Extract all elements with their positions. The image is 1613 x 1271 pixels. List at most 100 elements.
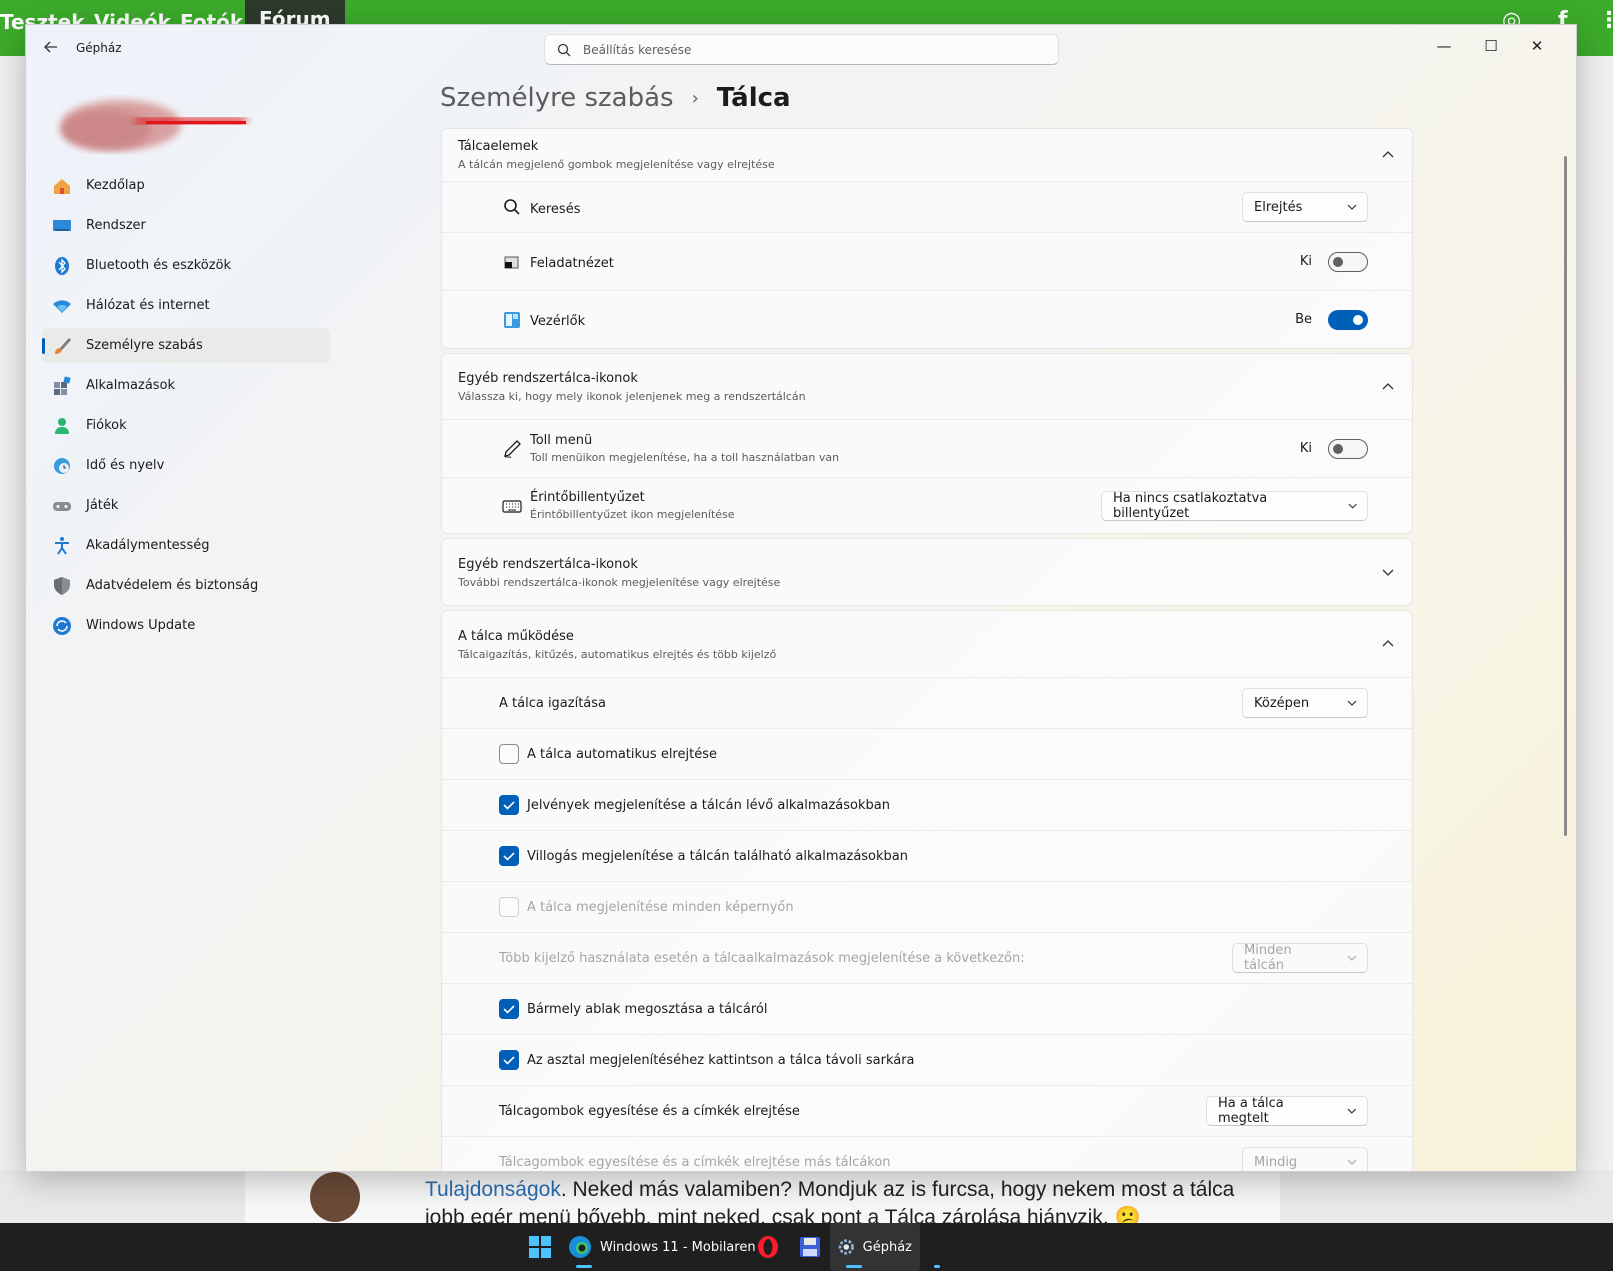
row-auto-hide: A tálca automatikus elrejtése xyxy=(442,728,1412,779)
taskbar-floppy[interactable] xyxy=(790,1223,830,1271)
row-search: Keresés Elrejtés xyxy=(442,181,1412,232)
profile-picture[interactable] xyxy=(26,85,286,175)
checkbox-label: Az asztal megjelenítéséhez kattintson a … xyxy=(527,1052,915,1068)
sidebar-item-personalization[interactable]: Személyre szabás xyxy=(42,328,330,363)
toggle-state-label: Ki xyxy=(1299,254,1312,269)
checkbox-label: Bármely ablak megosztása a tálcáról xyxy=(527,1001,768,1017)
card-subtitle: További rendszertálca-ikonok megjeleníté… xyxy=(458,576,781,589)
widgets-icon xyxy=(504,311,520,328)
checkmark-icon xyxy=(503,852,515,861)
sidebar-item-system[interactable]: Rendszer xyxy=(42,208,330,243)
checkmark-icon xyxy=(503,1056,515,1065)
keyboard-icon xyxy=(502,499,522,513)
card-header[interactable]: Tálcaelemek A tálcán megjelenő gombok me… xyxy=(442,129,1412,181)
system-monitor-icon xyxy=(53,219,71,231)
search-input[interactable] xyxy=(583,42,1023,57)
taskbar-settings[interactable]: Gépház xyxy=(830,1223,920,1271)
pen-menu-toggle[interactable] xyxy=(1328,438,1368,459)
card-header[interactable]: Egyéb rendszertálca-ikonok További rends… xyxy=(442,539,1412,605)
toggle-state-label: Ki xyxy=(1299,441,1312,456)
chevron-down-icon[interactable] xyxy=(1381,565,1395,579)
row-share-window: Bármely ablak megosztása a tálcáról xyxy=(442,983,1412,1034)
breadcrumb-parent[interactable]: Személyre szabás xyxy=(440,83,674,113)
flashing-checkbox[interactable] xyxy=(499,846,519,866)
post-link[interactable]: Tulajdonságok xyxy=(425,1178,561,1201)
apps-icon xyxy=(54,375,71,395)
row-combine-buttons: Tálcagombok egyesítése és a címkék elrej… xyxy=(442,1085,1412,1136)
globe-clock-icon xyxy=(54,457,70,474)
sidebar-item-label: Fiókok xyxy=(86,418,127,433)
sidebar-item-bluetooth[interactable]: Bluetooth és eszközök xyxy=(42,248,330,283)
search-visibility-dropdown[interactable]: Elrejtés xyxy=(1242,192,1368,222)
combine-buttons-dropdown[interactable]: Ha a tálca megtelt xyxy=(1206,1096,1368,1126)
row-multi-display: Több kijelző használata esetén a tálcaal… xyxy=(442,932,1412,983)
sidebar-item-home[interactable]: Kezdőlap xyxy=(42,168,330,203)
pen-icon xyxy=(504,439,521,458)
card-subtitle: A tálcán megjelenő gombok megjelenítése … xyxy=(458,158,775,171)
start-button[interactable] xyxy=(520,1223,560,1271)
app-title: Gépház xyxy=(76,41,122,55)
chevron-down-icon xyxy=(1347,1108,1357,1114)
forum-post-text: Tulajdonságok. Neked más valamiben? Mond… xyxy=(425,1176,1265,1223)
task-view-icon xyxy=(504,256,519,268)
close-button[interactable]: ✕ xyxy=(1517,31,1557,61)
card-header[interactable]: Egyéb rendszertálca-ikonok Válassza ki, … xyxy=(442,354,1412,419)
chevron-up-icon[interactable] xyxy=(1381,148,1395,162)
chevron-up-icon[interactable] xyxy=(1381,637,1395,651)
sidebar-item-accessibility[interactable]: Akadálymentesség xyxy=(42,528,330,563)
badges-checkbox[interactable] xyxy=(499,795,519,815)
multi-display-dropdown: Minden tálcán xyxy=(1232,943,1368,973)
page-title: Tálca xyxy=(716,83,791,113)
show-desktop-checkbox[interactable] xyxy=(499,1050,519,1070)
running-indicator xyxy=(576,1265,592,1268)
row-label: Tálcagombok egyesítése és a címkék elrej… xyxy=(499,1103,800,1119)
chevron-up-icon[interactable] xyxy=(1381,380,1395,394)
sidebar-item-label: Játék xyxy=(86,498,119,513)
combine-other-dropdown: Mindig xyxy=(1242,1147,1368,1171)
scrollbar[interactable] xyxy=(1564,156,1567,836)
touch-keyboard-dropdown[interactable]: Ha nincs csatlakoztatva billentyűzet xyxy=(1101,490,1368,521)
row-label: Tálcagombok egyesítése és a címkék elrej… xyxy=(499,1154,891,1170)
search-box[interactable] xyxy=(544,34,1059,65)
auto-hide-checkbox[interactable] xyxy=(499,744,519,764)
row-alignment: A tálca igazítása Középen xyxy=(442,677,1412,728)
search-icon xyxy=(504,199,520,215)
home-icon xyxy=(54,178,70,194)
sidebar-item-label: Személyre szabás xyxy=(86,338,203,353)
sidebar-item-time-language[interactable]: Idő és nyelv xyxy=(42,448,330,483)
sidebar-item-apps[interactable]: Alkalmazások xyxy=(42,368,330,403)
chevron-down-icon xyxy=(1347,700,1357,706)
sidebar-item-privacy[interactable]: Adatvédelem és biztonság xyxy=(42,568,330,603)
account-icon xyxy=(55,417,69,434)
minimize-button[interactable]: — xyxy=(1424,31,1464,61)
alignment-dropdown[interactable]: Középen xyxy=(1242,688,1368,718)
sidebar: Kezdőlap Rendszer Bluetooth és eszközök … xyxy=(42,168,330,648)
maximize-button[interactable]: ☐ xyxy=(1471,31,1511,61)
card-title: A tálca működése xyxy=(458,629,574,644)
more-icon[interactable]: ⋮ xyxy=(1598,8,1613,33)
title-bar: Gépház — ☐ ✕ xyxy=(26,25,1576,73)
taskbar-edge-label: Windows 11 - Mobilaren xyxy=(600,1239,756,1255)
widgets-toggle[interactable] xyxy=(1328,309,1368,330)
card-taskbar-behaviors: A tálca működése Tálcaigazítás, kitűzés,… xyxy=(441,610,1413,1171)
share-window-checkbox[interactable] xyxy=(499,999,519,1019)
taskbar-edge[interactable]: Windows 11 - Mobilaren xyxy=(560,1223,764,1271)
taskbar-opera[interactable] xyxy=(748,1223,788,1271)
sidebar-item-windows-update[interactable]: Windows Update xyxy=(42,608,330,643)
card-other-tray-icons[interactable]: Egyéb rendszertálca-ikonok További rends… xyxy=(441,538,1413,606)
row-label: Vezérlők xyxy=(530,314,586,329)
sidebar-item-network[interactable]: Hálózat és internet xyxy=(42,288,330,323)
card-title: Tálcaelemek xyxy=(458,139,539,154)
back-button[interactable] xyxy=(40,38,62,60)
sidebar-item-accounts[interactable]: Fiókok xyxy=(42,408,330,443)
card-header[interactable]: A tálca működése Tálcaigazítás, kitűzés,… xyxy=(442,611,1412,677)
task-view-toggle[interactable] xyxy=(1328,251,1368,272)
sidebar-item-gaming[interactable]: Játék xyxy=(42,488,330,523)
sidebar-item-label: Windows Update xyxy=(86,618,196,633)
bg-nav-forum[interactable]: Fórum xyxy=(245,0,345,24)
dropdown-value: Ha a tálca megtelt xyxy=(1218,1096,1284,1126)
tray-indicator xyxy=(934,1265,940,1268)
windows-start-icon xyxy=(529,1236,551,1258)
row-label: Több kijelző használata esetén a tálcaal… xyxy=(499,950,1025,966)
settings-content: Tálcaelemek A tálcán megjelenő gombok me… xyxy=(441,128,1413,1171)
